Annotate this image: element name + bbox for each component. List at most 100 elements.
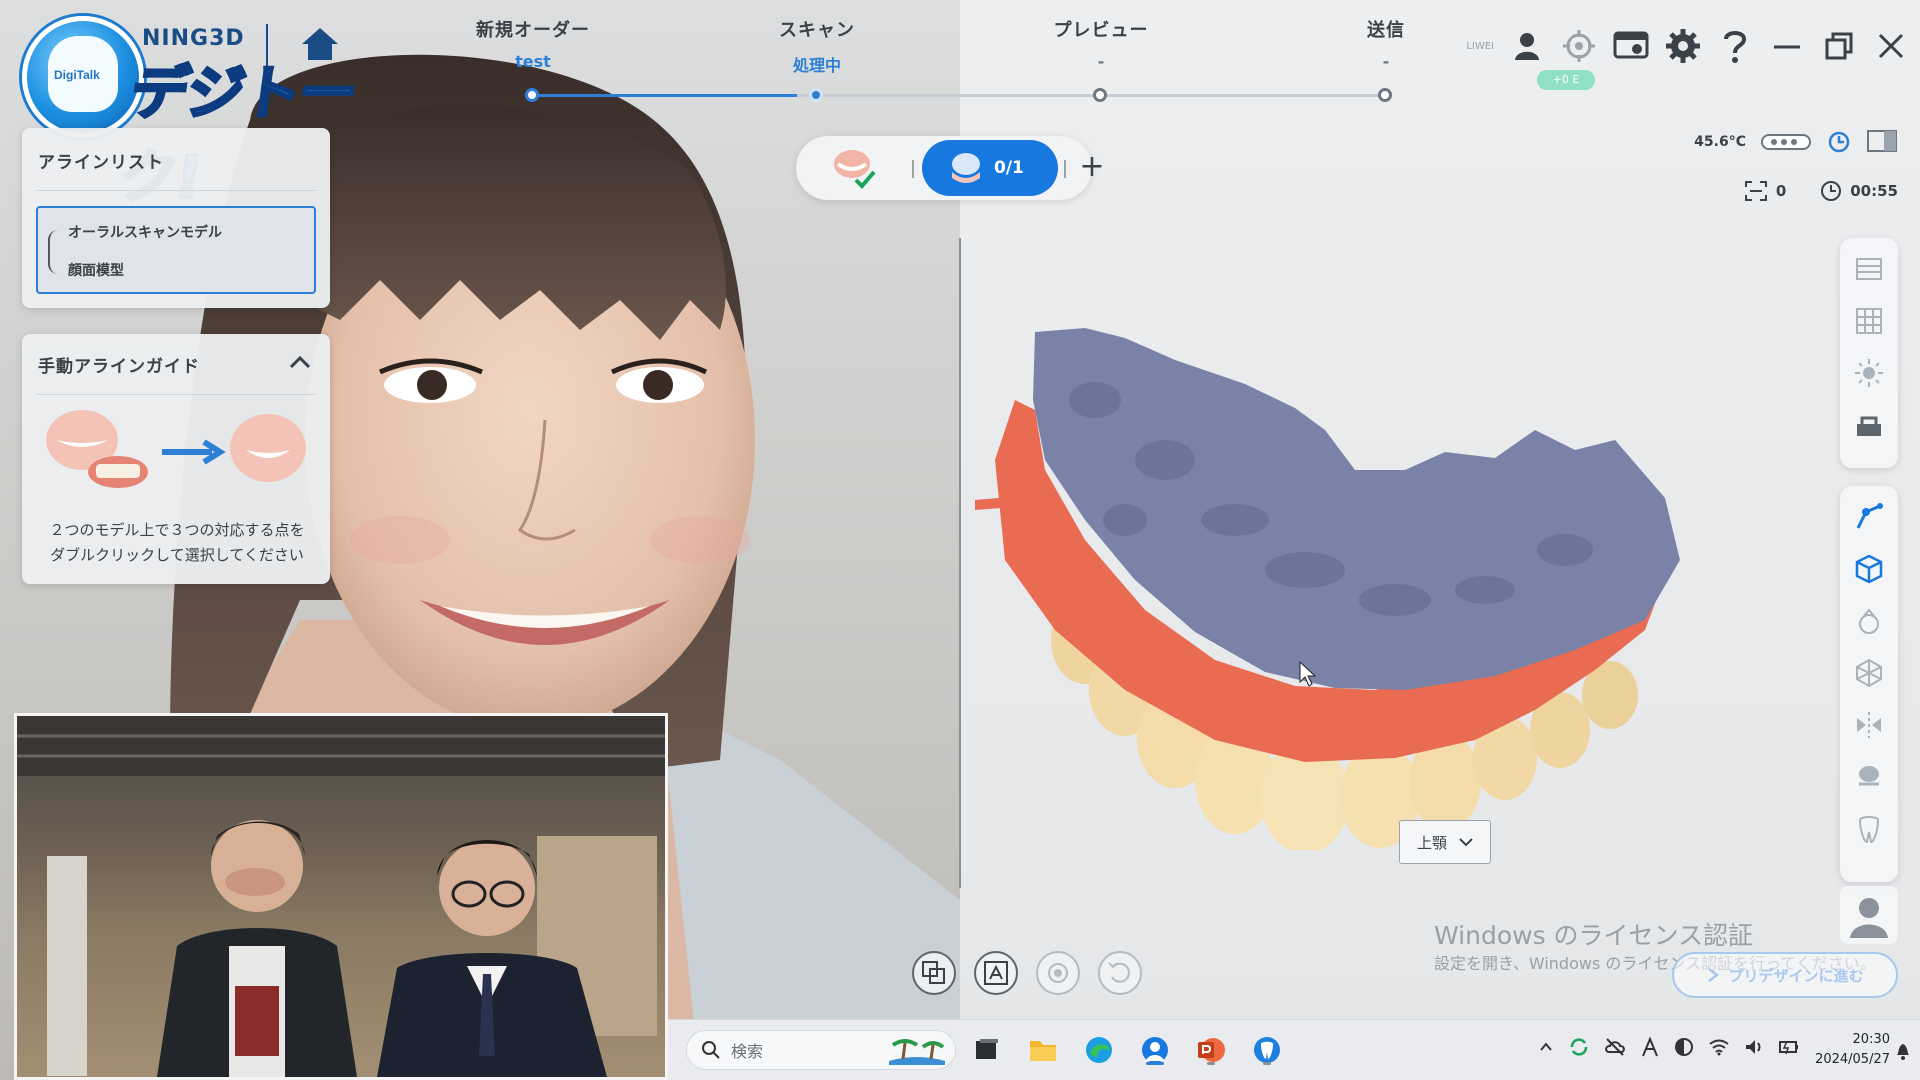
tooth-icon[interactable] bbox=[1854, 814, 1884, 844]
step-dot-new-order bbox=[525, 88, 539, 102]
texture-icon[interactable] bbox=[1854, 254, 1884, 284]
notification-bell-icon[interactable] bbox=[1894, 1040, 1912, 1060]
add-scan-button[interactable]: + bbox=[1072, 148, 1112, 188]
collapse-button[interactable] bbox=[288, 352, 312, 372]
history-icon[interactable] bbox=[1826, 129, 1852, 155]
help-button[interactable] bbox=[1716, 27, 1754, 65]
search-icon bbox=[702, 1041, 720, 1059]
guide-instruction: ２つのモデル上で３つの対応する点を ダブルクリックして選択してください bbox=[32, 518, 322, 568]
align-view-button[interactable] bbox=[974, 951, 1018, 995]
target-button[interactable] bbox=[1560, 27, 1598, 65]
step-dot-preview bbox=[1093, 88, 1107, 102]
step-title: プレビュー bbox=[1053, 20, 1149, 41]
step-send[interactable]: 送信 - bbox=[1286, 16, 1486, 71]
folder-icon bbox=[1030, 1041, 1056, 1061]
scan-timer: 00:55 bbox=[1850, 182, 1898, 200]
powerpoint-button[interactable] bbox=[1192, 1032, 1230, 1068]
chevron-right-icon bbox=[1708, 968, 1720, 982]
wifi-icon[interactable] bbox=[1708, 1038, 1730, 1056]
task-view-icon bbox=[976, 1039, 998, 1059]
next-predesign-button[interactable]: プリデザインに進む bbox=[1672, 952, 1898, 998]
cube-icon[interactable] bbox=[1854, 554, 1884, 584]
user-button[interactable] bbox=[1508, 27, 1546, 65]
jaw-select-value: 上顎 bbox=[1416, 833, 1447, 852]
step-preview[interactable]: プレビュー - bbox=[1001, 16, 1201, 71]
grid-icon[interactable] bbox=[1854, 306, 1884, 336]
active-indicator bbox=[1146, 1062, 1164, 1065]
upper-jaw-scan-button[interactable]: 0/1 bbox=[922, 140, 1058, 196]
ime-icon[interactable] bbox=[1640, 1036, 1660, 1058]
overlay-view-button[interactable] bbox=[912, 951, 956, 995]
bite-icon[interactable] bbox=[1854, 762, 1884, 792]
divider bbox=[36, 394, 316, 395]
scanner-icon bbox=[1761, 134, 1811, 150]
restore-button[interactable] bbox=[1820, 27, 1858, 65]
clock-date: 2024/05/27 bbox=[1815, 1052, 1890, 1067]
taskbar-search[interactable]: 検索 bbox=[686, 1030, 956, 1070]
person-icon bbox=[1840, 886, 1898, 944]
face-scan-button[interactable] bbox=[1840, 886, 1898, 944]
cloud-off-icon[interactable] bbox=[1604, 1036, 1626, 1058]
guide-instruction-line1: ２つのモデル上で３つの対応する点を bbox=[49, 521, 305, 539]
open-indicator bbox=[1263, 1062, 1271, 1065]
window-controls: LIWEI bbox=[1466, 18, 1910, 74]
step-sub: - bbox=[1097, 52, 1105, 71]
undo-button[interactable] bbox=[1098, 951, 1142, 995]
digitalk-overlay-logo: DigiTalk デジトーク! bbox=[8, 6, 398, 213]
tooth-app-button[interactable] bbox=[1248, 1032, 1286, 1068]
step-sub: - bbox=[1382, 52, 1390, 71]
scan-app-button[interactable] bbox=[1136, 1032, 1174, 1068]
scan-frame-icon bbox=[1744, 181, 1767, 201]
taskbar-clock[interactable]: 20:30 2024/05/27 bbox=[1815, 1030, 1890, 1070]
brightness-icon[interactable] bbox=[1854, 358, 1884, 388]
tool-rail-top bbox=[1840, 238, 1898, 468]
edge-browser-button[interactable] bbox=[1080, 1032, 1118, 1068]
search-placeholder: 検索 bbox=[731, 1042, 764, 1061]
settings-button[interactable] bbox=[1664, 27, 1702, 65]
chevron-up-icon[interactable] bbox=[1538, 1039, 1554, 1055]
file-explorer-button[interactable] bbox=[1024, 1032, 1062, 1068]
restore-icon bbox=[1825, 32, 1853, 60]
overlap-icon bbox=[922, 961, 945, 984]
lock-view-icon[interactable] bbox=[1854, 606, 1884, 636]
mesh-icon[interactable] bbox=[1854, 658, 1884, 688]
jaw-select-dropdown[interactable]: 上顎 bbox=[1399, 820, 1491, 864]
task-view-button[interactable] bbox=[968, 1032, 1006, 1068]
minimize-button[interactable] bbox=[1768, 27, 1806, 65]
model-tray-icon[interactable] bbox=[1854, 410, 1884, 440]
guide-instruction-line2: ダブルクリックして選択してください bbox=[50, 546, 304, 564]
jaw-scan-icon bbox=[952, 153, 980, 183]
webcam-video-inset bbox=[14, 713, 668, 1080]
close-button[interactable] bbox=[1872, 27, 1910, 65]
step-new-order[interactable]: 新規オーダー test bbox=[433, 16, 633, 71]
user-icon bbox=[1515, 33, 1539, 60]
toolbar-separator bbox=[1064, 160, 1066, 178]
edge-icon bbox=[1086, 1037, 1112, 1063]
align-list-box[interactable]: オーラルスキャンモデル 顔面模型 bbox=[36, 206, 316, 294]
step-scan[interactable]: スキャン 処理中 bbox=[717, 16, 917, 76]
step-sub: test bbox=[515, 52, 551, 71]
align-points-icon[interactable] bbox=[1854, 502, 1884, 532]
volume-icon[interactable] bbox=[1744, 1038, 1764, 1056]
mirror-icon[interactable] bbox=[1854, 710, 1884, 740]
jaw-checked-button[interactable] bbox=[830, 144, 880, 192]
clock-time: 20:30 bbox=[1852, 1032, 1890, 1047]
target-view-button[interactable] bbox=[1036, 951, 1080, 995]
sync-icon[interactable] bbox=[1568, 1036, 1590, 1058]
windows-activation-title: Windows のライセンス認証 bbox=[1434, 921, 1754, 950]
align-item-face-model[interactable]: 顔面模型 bbox=[68, 260, 124, 280]
chevron-up-icon bbox=[289, 355, 311, 369]
upper-jaw-scan-model[interactable] bbox=[975, 310, 1745, 850]
battery-icon[interactable] bbox=[1778, 1037, 1800, 1057]
jaw-check-icon bbox=[834, 150, 876, 189]
moon-icon[interactable] bbox=[1674, 1037, 1694, 1057]
chevron-down-icon bbox=[1459, 838, 1473, 847]
align-item-oral-scan[interactable]: オーラルスキャンモデル bbox=[68, 222, 222, 242]
pair-bracket bbox=[48, 230, 58, 274]
webcam-scene bbox=[17, 716, 665, 1077]
scan-count: 0/1 bbox=[994, 158, 1024, 178]
logo-tag: DigiTalk bbox=[54, 68, 100, 82]
screen-capture-button[interactable] bbox=[1612, 27, 1650, 65]
clock-icon bbox=[1821, 181, 1842, 201]
display-icon[interactable] bbox=[1866, 128, 1898, 156]
